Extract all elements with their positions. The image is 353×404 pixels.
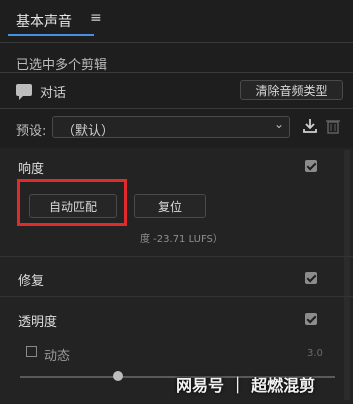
clarity-checkbox[interactable] xyxy=(305,313,317,325)
save-preset-icon[interactable] xyxy=(302,118,318,134)
selection-status: 已选中多个剪辑 xyxy=(16,58,108,73)
dynamics-slider-thumb[interactable] xyxy=(112,371,123,381)
preset-selected-value: （默认） xyxy=(62,124,115,139)
dynamics-value: 3.0 xyxy=(307,348,323,359)
divider-3 xyxy=(0,256,353,257)
dynamics-label: 动态 xyxy=(44,349,71,364)
repair-checkbox[interactable] xyxy=(305,272,317,284)
watermark-text: 网易号 ｜ 超燃混剪 xyxy=(176,376,316,395)
dynamics-checkbox[interactable] xyxy=(26,346,37,357)
preset-label: 预设: xyxy=(16,124,47,139)
highlight-annotation-box xyxy=(17,179,127,226)
panel-menu-icon[interactable]: ≡ xyxy=(90,10,102,26)
header-divider xyxy=(0,42,353,43)
loudness-checkbox[interactable] xyxy=(305,160,317,172)
active-tab-underline xyxy=(8,34,94,36)
divider-1 xyxy=(0,72,353,73)
chevron-down-icon[interactable]: ⌄ xyxy=(274,117,284,131)
panel-title: 基本声音 xyxy=(16,14,72,30)
clear-audio-type-button[interactable]: 清除音频类型 xyxy=(240,80,343,100)
reset-button[interactable]: 复位 xyxy=(134,194,206,218)
audio-type-label: 对话 xyxy=(40,86,67,101)
repair-section-label: 修复 xyxy=(18,274,45,289)
trash-icon[interactable] xyxy=(326,118,340,134)
panel-scrollbar[interactable] xyxy=(344,150,350,400)
loudness-section-label: 响度 xyxy=(18,162,45,177)
loudness-info-text: 度 -23.71 LUFS） xyxy=(140,234,223,245)
divider-4 xyxy=(0,296,353,297)
speech-bubble-icon xyxy=(16,84,32,100)
divider-2 xyxy=(0,108,353,109)
clarity-section-label: 透明度 xyxy=(18,315,58,330)
